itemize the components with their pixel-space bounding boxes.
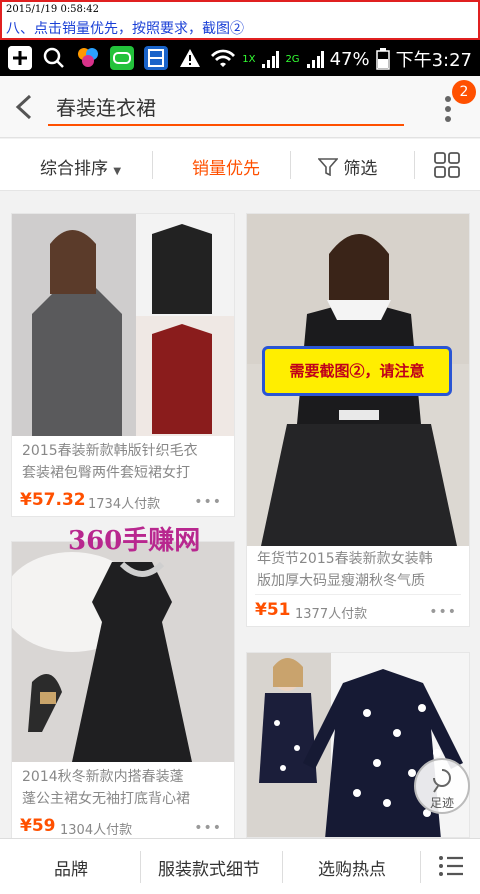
- tab-default-sort-label: 综合排序: [40, 159, 108, 179]
- net1-label: 1X: [242, 53, 256, 65]
- grid-icon: [434, 152, 460, 178]
- instruction-banner: 2015/1/19 0:58:42 八、点击销量优先，按照要求，截图②: [0, 0, 480, 40]
- battery-percent: 47%: [329, 48, 370, 70]
- tab-filter[interactable]: 筛选: [317, 154, 378, 179]
- product-card[interactable]: 年货节2015春装新款女装韩 版加厚大码显瘦潮秋冬气质 ¥51 1377人付款 …: [246, 213, 470, 627]
- watermark-logo: 360手赚网: [68, 526, 201, 556]
- sort-bar: 综合排序 ▼ 销量优先 筛选: [0, 139, 480, 191]
- product-card[interactable]: 2014秋冬新款内搭春装蓬 蓬公主裙女无袖打底背心裙 ¥59 1304人付款 •…: [11, 541, 235, 839]
- product-sold-count: 1377人付款: [295, 607, 368, 622]
- product-price: ¥51: [255, 600, 291, 620]
- grid-view-toggle[interactable]: [434, 152, 460, 182]
- bottom-tab-hot-picks[interactable]: 选购热点: [318, 855, 386, 880]
- product-image: [12, 214, 234, 436]
- bottom-filter-bar: 品牌 服装款式细节 选购热点: [0, 838, 480, 894]
- tab-sales-first[interactable]: 销量优先: [192, 154, 260, 179]
- product-title-line: 版加厚大码显瘦潮秋冬气质: [257, 573, 425, 589]
- product-sold-count: 1304人付款: [60, 823, 133, 838]
- footprint-icon: [433, 769, 451, 793]
- product-card[interactable]: 2015春装新款韩版针织毛衣 套装裙包臀两件套短裙女打 ¥57.32 1734人…: [11, 213, 235, 517]
- product-image: [12, 542, 234, 762]
- tab-default-sort[interactable]: 综合排序 ▼: [40, 154, 121, 179]
- product-title-line: 年货节2015春装新款女装韩: [257, 551, 433, 567]
- wechat-icon: [110, 46, 134, 70]
- divider: [290, 151, 291, 179]
- product-title-line: 2014秋冬新款内搭春装蓬: [22, 769, 184, 785]
- more-dots-icon[interactable]: •••: [429, 604, 457, 620]
- add-icon: [8, 46, 32, 70]
- product-price: ¥59: [20, 816, 56, 836]
- notification-badge: 2: [452, 80, 476, 104]
- color-app-icon: [76, 46, 100, 70]
- product-title-line: 蓬公主裙女无袖打底背心裙: [22, 791, 190, 807]
- signal-icon-1: [262, 51, 280, 68]
- back-arrow-icon: [15, 94, 32, 120]
- product-title-line: 套装裙包臀两件套短裙女打: [22, 465, 190, 481]
- divider: [414, 151, 415, 179]
- list-icon: [439, 856, 463, 876]
- caret-down-icon: ▼: [113, 166, 122, 177]
- tab-filter-label: 筛选: [343, 159, 378, 179]
- bottom-tab-style-detail[interactable]: 服装款式细节: [158, 855, 260, 880]
- product-sold-count: 1734人付款: [88, 497, 161, 512]
- footprint-label: 足迹: [429, 796, 454, 810]
- divider: [282, 851, 283, 883]
- search-app-icon: [42, 46, 66, 70]
- search-query: 春装连衣裙: [56, 96, 156, 120]
- bottom-tab-brand[interactable]: 品牌: [54, 855, 88, 880]
- wifi-icon: [211, 49, 236, 67]
- footprint-button[interactable]: 足迹: [414, 758, 470, 814]
- product-price: ¥57.32: [20, 490, 86, 510]
- screenshot-note: 需要截图②，请注意: [262, 346, 452, 396]
- status-right: 1X 2G 47% 下午3:27: [210, 46, 472, 72]
- search-header: 春装连衣裙: [0, 76, 480, 138]
- divider: [152, 151, 153, 179]
- divider: [255, 594, 461, 595]
- filter-icon: [317, 158, 339, 177]
- back-button[interactable]: [10, 90, 40, 124]
- search-input[interactable]: 春装连衣裙: [48, 90, 404, 126]
- divider: [420, 851, 421, 883]
- status-bar: 1X 2G 47% 下午3:27: [0, 40, 480, 76]
- battery-icon: [375, 48, 390, 70]
- clock: 下午3:27: [395, 50, 472, 71]
- banner-instruction: 八、点击销量优先，按照要求，截图②: [6, 21, 244, 37]
- more-dots-icon[interactable]: •••: [194, 820, 222, 836]
- list-menu-button[interactable]: [438, 855, 464, 881]
- product-title-line: 2015春装新款韩版针织毛衣: [22, 443, 198, 459]
- banner-timestamp: 2015/1/19 0:58:42: [6, 4, 100, 15]
- net2-label: 2G: [285, 53, 300, 65]
- divider: [140, 851, 141, 883]
- more-dots-icon[interactable]: •••: [194, 494, 222, 510]
- film-app-icon: [144, 46, 168, 70]
- signal-icon-2: [306, 51, 324, 68]
- warning-icon: [178, 46, 202, 70]
